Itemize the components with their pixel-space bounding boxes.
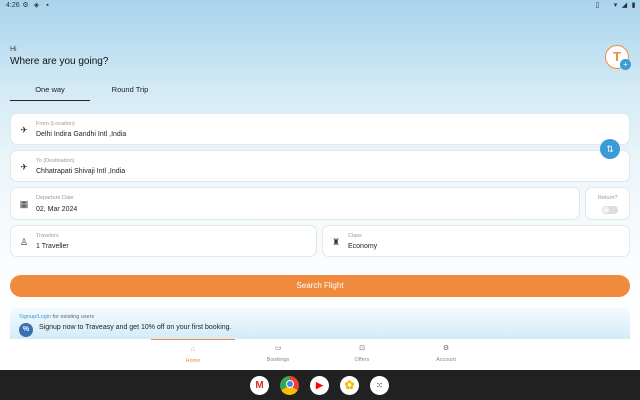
class-field[interactable]: ♜ Class Economy [322,225,630,257]
tab-one-way[interactable]: One way [10,84,90,101]
promo-login-line: Signup/Login for existing users [19,314,94,320]
departure-date-field[interactable]: ▦ Departure Date 02, Mar 2024 [10,187,580,220]
status-time: 4:26 [6,2,20,9]
to-field[interactable]: ✈ To (Destination) Chhatrapati Shivaji I… [10,150,630,182]
gift-icon: ⊡ [359,345,365,352]
travelers-value: 1 Traveller [36,243,69,250]
landing-icon: ✈ [20,162,28,172]
nav-account[interactable]: ⚙ Account [404,339,488,370]
from-field[interactable]: ✈ From (Location) Delhi Indira Gandhi In… [10,113,630,145]
page-title: Where are you going? [10,56,109,67]
tab-round-trip[interactable]: Round Trip [90,84,170,101]
nav-bookings[interactable]: ▭ Bookings [236,339,320,370]
nav-offers-label: Offers [354,357,370,363]
chrome-icon[interactable] [280,376,299,395]
to-value: Chhatrapati Shivaji Intl ,India [36,168,126,175]
plus-icon: + [620,59,631,70]
photos-icon[interactable]: ✿ [340,376,359,395]
from-label: From (Location) [36,121,75,127]
signal-icon: ◢ [621,2,628,9]
nav-bookings-label: Bookings [266,357,290,363]
return-toggle[interactable] [602,206,618,214]
nav-home[interactable]: ⌂ Home [151,339,235,370]
promo-text: Signup now to Traveasy and get 10% off o… [39,324,232,331]
gmail-icon[interactable]: M [250,376,269,395]
travelers-field[interactable]: ♙ Travelers 1 Traveller [10,225,317,257]
nav-account-label: Account [436,357,456,363]
nav-home-label: Home [185,358,201,364]
swap-locations-button[interactable]: ⇅ [600,139,620,159]
return-field: Return? [585,187,630,220]
wifi-icon: ▾ [613,2,618,9]
percent-icon: % [19,323,33,337]
clipboard-status-icon: ▪ [46,2,49,9]
ticket-icon: ▭ [274,345,282,352]
departure-value: 02, Mar 2024 [36,206,78,213]
bottom-navigation: ⌂ Home ▭ Bookings ⊡ Offers ⚙ Account [0,339,640,370]
class-label: Class [348,233,362,239]
return-label: Return? [598,195,618,201]
signup-login-link[interactable]: Signup/Login [19,314,51,320]
seat-icon: ♜ [331,237,341,247]
status-bar: 4:26 ⚙ ◈ ▪ ▯ ▾ ◢ ▮ [0,0,640,12]
youtube-icon[interactable]: ▶ [310,376,329,395]
vibrate-icon: ▯ [595,2,600,9]
avatar[interactable]: T + [605,45,631,70]
calendar-icon: ▦ [19,199,29,209]
person-icon: ♙ [19,237,29,247]
battery-icon: ▮ [631,2,636,9]
promo-login-suffix: for existing users [51,314,95,320]
class-value: Economy [348,243,378,250]
shield-status-icon: ◈ [33,2,40,9]
from-value: Delhi Indira Gandhi Intl ,India [36,131,127,138]
taskbar: M ▶ ✿ ⁙ [0,370,640,400]
travelers-label: Travelers [36,233,59,239]
nav-offers[interactable]: ⊡ Offers [320,339,404,370]
departure-label: Departure Date [36,195,74,201]
gear-icon: ⚙ [442,345,450,352]
app-drawer-icon[interactable]: ⁙ [370,376,389,395]
swap-icon: ⇅ [606,144,614,154]
takeoff-icon: ✈ [20,125,28,135]
search-flight-button[interactable]: Search Flight [10,275,630,297]
promo-banner: Signup/Login for existing users % Signup… [10,308,630,340]
home-icon: ⌂ [190,346,196,353]
to-label: To (Destination) [36,158,75,164]
greeting: Hi [10,46,17,53]
settings-status-icon: ⚙ [22,2,29,9]
